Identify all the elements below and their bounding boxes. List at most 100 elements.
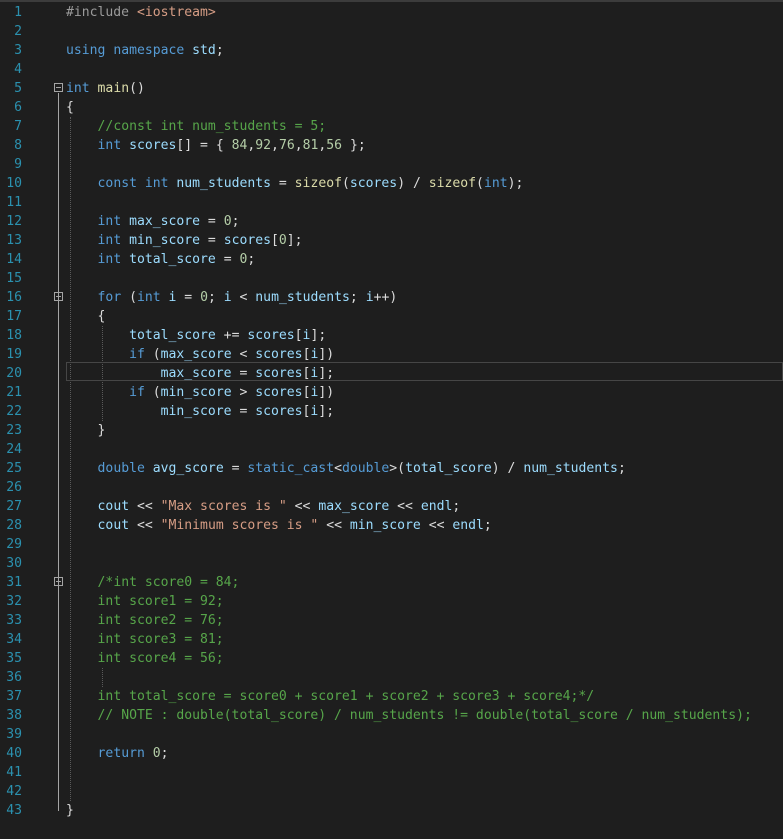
code-line[interactable]: 37 int total_score = score0 + score1 + s… <box>0 687 783 706</box>
code-line[interactable]: 25 double avg_score = static_cast<double… <box>0 459 783 478</box>
code-text[interactable]: int total_score = score0 + score1 + scor… <box>66 687 595 706</box>
code-line[interactable]: 5 int main() <box>0 79 783 98</box>
line-number: 21 <box>6 385 22 400</box>
code-line[interactable]: 4 <box>0 60 783 79</box>
line-number: 23 <box>6 423 22 438</box>
code-text[interactable]: if (min_score > scores[i]) <box>66 383 334 402</box>
code-line[interactable]: 13 int min_score = scores[0]; <box>0 231 783 250</box>
line-number: 25 <box>6 461 22 476</box>
line-number: 8 <box>14 138 22 153</box>
code-text[interactable]: } <box>66 801 74 820</box>
code-line[interactable]: 16 for (int i = 0; i < num_students; i++… <box>0 288 783 307</box>
code-line[interactable]: 7 //const int num_students = 5; <box>0 117 783 136</box>
code-text[interactable]: using namespace std; <box>66 41 224 60</box>
line-number: 27 <box>6 499 22 514</box>
code-text[interactable]: int main() <box>66 79 145 98</box>
code-line[interactable]: 14 int total_score = 0; <box>0 250 783 269</box>
code-line[interactable]: 33 int score2 = 76; <box>0 611 783 630</box>
code-line[interactable]: 28 cout << "Minimum scores is " << min_s… <box>0 516 783 535</box>
code-line[interactable]: 18 total_score += scores[i]; <box>0 326 783 345</box>
code-text[interactable]: { <box>66 98 74 117</box>
line-number: 33 <box>6 613 22 628</box>
code-text[interactable]: /*int score0 = 84; <box>66 573 240 592</box>
code-line[interactable]: 40 return 0; <box>0 744 783 763</box>
code-text[interactable]: int min_score = scores[0]; <box>66 231 303 250</box>
code-text[interactable]: double avg_score = static_cast<double>(t… <box>66 459 626 478</box>
code-line[interactable]: 29 <box>0 535 783 554</box>
code-text[interactable]: #include <iostream> <box>66 3 216 22</box>
code-line[interactable]: 21 if (min_score > scores[i]) <box>0 383 783 402</box>
code-line[interactable]: 38 // NOTE : double(total_score) / num_s… <box>0 706 783 725</box>
code-line[interactable]: 1 #include <iostream> <box>0 3 783 22</box>
line-number: 19 <box>6 347 22 362</box>
code-line[interactable]: 2 <box>0 22 783 41</box>
code-line[interactable]: 12 int max_score = 0; <box>0 212 783 231</box>
code-text[interactable]: int max_score = 0; <box>66 212 240 231</box>
line-number: 38 <box>6 708 22 723</box>
code-text[interactable]: int score3 = 81; <box>66 630 224 649</box>
line-number: 1 <box>14 5 22 20</box>
code-text[interactable]: int scores[] = { 84,92,76,81,56 }; <box>66 136 366 155</box>
code-line[interactable]: 23 } <box>0 421 783 440</box>
code-text[interactable]: int score1 = 92; <box>66 592 224 611</box>
line-number: 16 <box>6 290 22 305</box>
outline-bar-comment <box>58 587 59 701</box>
line-number: 7 <box>14 119 22 134</box>
code-line[interactable]: 31 /*int score0 = 84; <box>0 573 783 592</box>
line-number: 43 <box>6 803 22 818</box>
code-line[interactable]: 24 <box>0 440 783 459</box>
code-line[interactable]: 26 <box>0 478 783 497</box>
line-number: 3 <box>14 43 22 58</box>
code-text[interactable]: //const int num_students = 5; <box>66 117 327 136</box>
code-line[interactable]: 35 int score4 = 56; <box>0 649 783 668</box>
line-number: 17 <box>6 309 22 324</box>
code-line[interactable]: 17 { <box>0 307 783 326</box>
code-line[interactable]: 10 const int num_students = sizeof(score… <box>0 174 783 193</box>
editor-top-border <box>0 0 783 2</box>
code-line[interactable]: 11 <box>0 193 783 212</box>
line-number: 13 <box>6 233 22 248</box>
code-text[interactable]: { <box>66 307 106 326</box>
code-line[interactable]: 22 min_score = scores[i]; <box>0 402 783 421</box>
code-text[interactable]: int score2 = 76; <box>66 611 224 630</box>
line-number: 31 <box>6 575 22 590</box>
code-text[interactable]: min_score = scores[i]; <box>66 402 334 421</box>
code-line[interactable]: 30 <box>0 554 783 573</box>
code-line[interactable]: 43} <box>0 801 783 820</box>
code-text[interactable]: int total_score = 0; <box>66 250 256 269</box>
code-text[interactable]: int score4 = 56; <box>66 649 224 668</box>
line-number: 32 <box>6 594 22 609</box>
code-line[interactable]: 8 int scores[] = { 84,92,76,81,56 }; <box>0 136 783 155</box>
code-line[interactable]: 6{ <box>0 98 783 117</box>
code-line[interactable]: 42 <box>0 782 783 801</box>
code-text[interactable]: cout << "Max scores is " << max_score <<… <box>66 497 461 516</box>
code-text[interactable]: cout << "Minimum scores is " << min_scor… <box>66 516 492 535</box>
line-number: 22 <box>6 404 22 419</box>
code-line[interactable]: 36 <box>0 668 783 687</box>
line-number: 30 <box>6 556 22 571</box>
line-number: 40 <box>6 746 22 761</box>
code-text[interactable]: total_score += scores[i]; <box>66 326 326 345</box>
code-text[interactable]: return 0; <box>66 744 169 763</box>
code-text[interactable]: for (int i = 0; i < num_students; i++) <box>66 288 398 307</box>
line-number: 42 <box>6 784 22 799</box>
code-text[interactable]: } <box>66 421 106 440</box>
line-number: 2 <box>14 24 22 39</box>
collapse-icon[interactable] <box>54 83 63 92</box>
code-line[interactable]: 3 using namespace std; <box>0 41 783 60</box>
code-line[interactable]: 39 <box>0 725 783 744</box>
line-number: 37 <box>6 689 22 704</box>
code-editor[interactable]: 1 #include <iostream> 2 3 using namespace st… <box>0 0 783 839</box>
code-line[interactable]: 34 int score3 = 81; <box>0 630 783 649</box>
code-line[interactable]: 15 <box>0 269 783 288</box>
code-line[interactable]: 9 <box>0 155 783 174</box>
code-line[interactable]: 41 <box>0 763 783 782</box>
code-text[interactable]: // NOTE : double(total_score) / num_stud… <box>66 706 752 725</box>
line-number: 29 <box>6 537 22 552</box>
code-line[interactable]: 27 cout << "Max scores is " << max_score… <box>0 497 783 516</box>
line-number: 9 <box>14 157 22 172</box>
code-text[interactable]: const int num_students = sizeof(scores) … <box>66 174 524 193</box>
code-line[interactable]: 32 int score1 = 92; <box>0 592 783 611</box>
line-number: 35 <box>6 651 22 666</box>
line-number: 20 <box>6 366 22 381</box>
